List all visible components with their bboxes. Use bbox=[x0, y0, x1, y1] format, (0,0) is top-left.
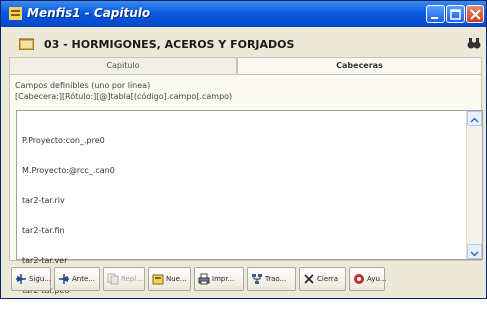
scroll-up-button[interactable] bbox=[467, 111, 482, 126]
maximize-icon bbox=[450, 9, 461, 20]
printer-icon bbox=[198, 273, 210, 285]
fields-syntax-text: [Cabecera:][Rótulo:][@]tabla[(código].ca… bbox=[15, 92, 233, 101]
editor-line: tar2-tar.fin bbox=[22, 226, 65, 235]
tree-button[interactable]: Trao... bbox=[247, 267, 296, 291]
fields-help-text: Campos definibles (uno por línea) bbox=[15, 81, 151, 90]
help-button[interactable]: Ayu... bbox=[349, 267, 387, 291]
tab-capitulo[interactable]: Capitulo bbox=[9, 57, 237, 74]
editor-line: tar2-tar.ver bbox=[22, 256, 68, 265]
help-button-label: Ayu... bbox=[367, 275, 387, 283]
minimize-button[interactable] bbox=[426, 5, 445, 23]
title-bar[interactable]: Menfis1 - Capitulo bbox=[1, 1, 486, 27]
scroll-down-button[interactable] bbox=[467, 244, 482, 259]
replicate-button-label: Repl... bbox=[121, 275, 143, 283]
maximize-button[interactable] bbox=[446, 5, 465, 23]
copy-icon bbox=[107, 273, 119, 285]
new-button[interactable]: Nue... bbox=[148, 267, 191, 291]
new-button-label: Nue... bbox=[166, 275, 187, 283]
close-dialog-button-label: Cierra bbox=[317, 275, 339, 283]
arrow-right-icon bbox=[16, 274, 26, 284]
binoculars-icon[interactable] bbox=[467, 37, 481, 50]
print-button-label: Impr... bbox=[212, 275, 235, 283]
close-x-icon bbox=[304, 274, 314, 284]
close-button[interactable] bbox=[466, 5, 484, 23]
close-dialog-button[interactable]: Cierra bbox=[299, 267, 346, 291]
tree-button-label: Trao... bbox=[265, 275, 287, 283]
chapter-title: 03 - HORMIGONES, ACEROS Y FORJADOS bbox=[44, 38, 295, 51]
replicate-button[interactable]: Repl... bbox=[103, 267, 145, 291]
tree-icon bbox=[252, 274, 262, 284]
new-icon bbox=[152, 274, 164, 285]
application-window: Menfis1 - Capitulo 03 - HORMIGONES, ACER… bbox=[0, 0, 487, 299]
tab-strip: Capitulo Cabeceras bbox=[9, 57, 482, 74]
tab-cabeceras[interactable]: Cabeceras bbox=[237, 57, 482, 74]
editor-line: P.Proyecto:con_.pre0 bbox=[22, 136, 105, 145]
next-button-label: Sigu... bbox=[29, 275, 51, 283]
app-icon bbox=[9, 7, 22, 20]
chapter-header: 03 - HORMIGONES, ACEROS Y FORJADOS bbox=[6, 34, 483, 56]
previous-button[interactable]: Ante... bbox=[54, 267, 100, 291]
next-button[interactable]: Sigu... bbox=[11, 267, 51, 291]
editor-line: tar2-tar.riv bbox=[22, 196, 65, 205]
vertical-scrollbar[interactable] bbox=[466, 111, 482, 259]
close-icon bbox=[470, 9, 481, 20]
arrow-up-icon bbox=[470, 117, 479, 123]
arrow-left-icon bbox=[59, 274, 69, 284]
arrow-down-icon bbox=[470, 251, 479, 257]
previous-button-label: Ante... bbox=[72, 275, 95, 283]
minimize-icon bbox=[431, 17, 438, 19]
book-icon bbox=[19, 38, 34, 50]
editor-line: M.Proyecto:@rcc_.can0 bbox=[22, 166, 115, 175]
help-icon bbox=[354, 274, 364, 284]
fields-editor[interactable]: P.Proyecto:con_.pre0 M.Proyecto:@rcc_.ca… bbox=[16, 110, 483, 295]
button-bar: Sigu... Ante... Repl... Nue... Impr... T… bbox=[6, 267, 486, 297]
print-button[interactable]: Impr... bbox=[194, 267, 244, 291]
window-title: Menfis1 - Capitulo bbox=[27, 6, 151, 20]
